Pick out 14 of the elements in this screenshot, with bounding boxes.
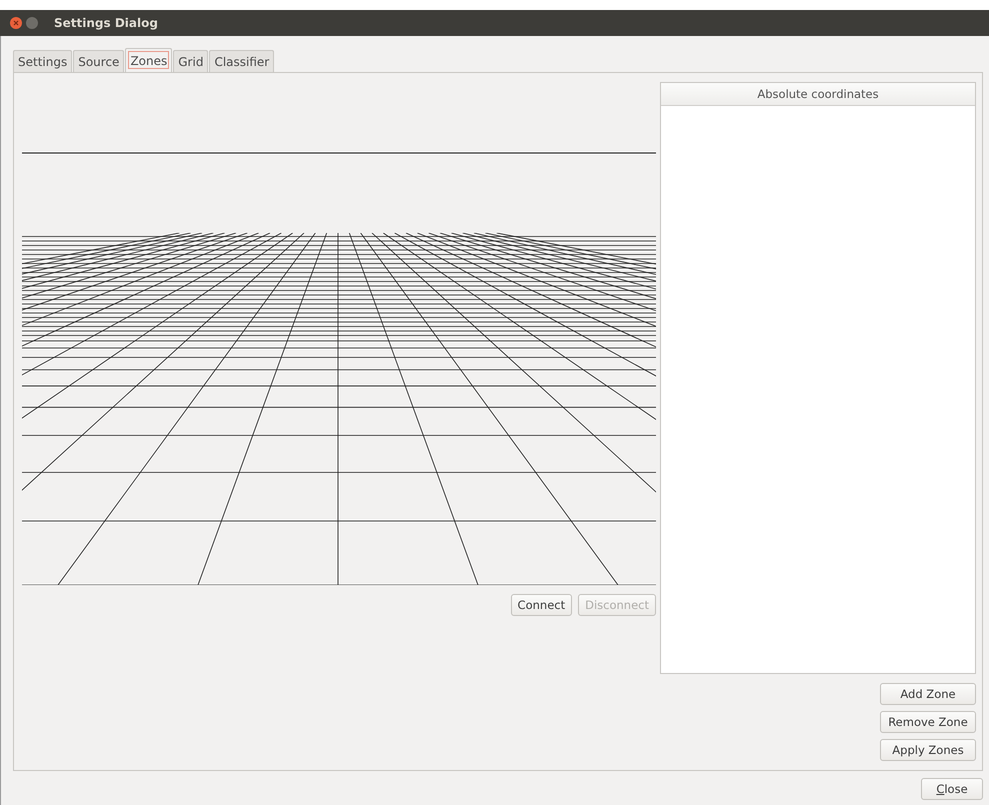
column-header[interactable]: Absolute coordinates [661,83,975,106]
zone-button[interactable]: Remove Zone [880,711,976,733]
window-title: Settings Dialog [54,16,158,30]
close-button[interactable]: Close [921,778,983,800]
close-icon[interactable] [10,17,22,29]
tab[interactable]: Settings [13,50,72,72]
tab[interactable]: Classifier [209,50,274,72]
zone-button[interactable]: Add Zone [880,683,976,705]
minimize-icon[interactable] [26,17,38,29]
tab[interactable]: Source [73,50,124,72]
tab[interactable]: Grid [173,50,208,72]
connect-button[interactable]: Connect [510,594,572,616]
zone-button[interactable]: Apply Zones [880,739,976,761]
tab[interactable]: Zones [125,48,172,72]
